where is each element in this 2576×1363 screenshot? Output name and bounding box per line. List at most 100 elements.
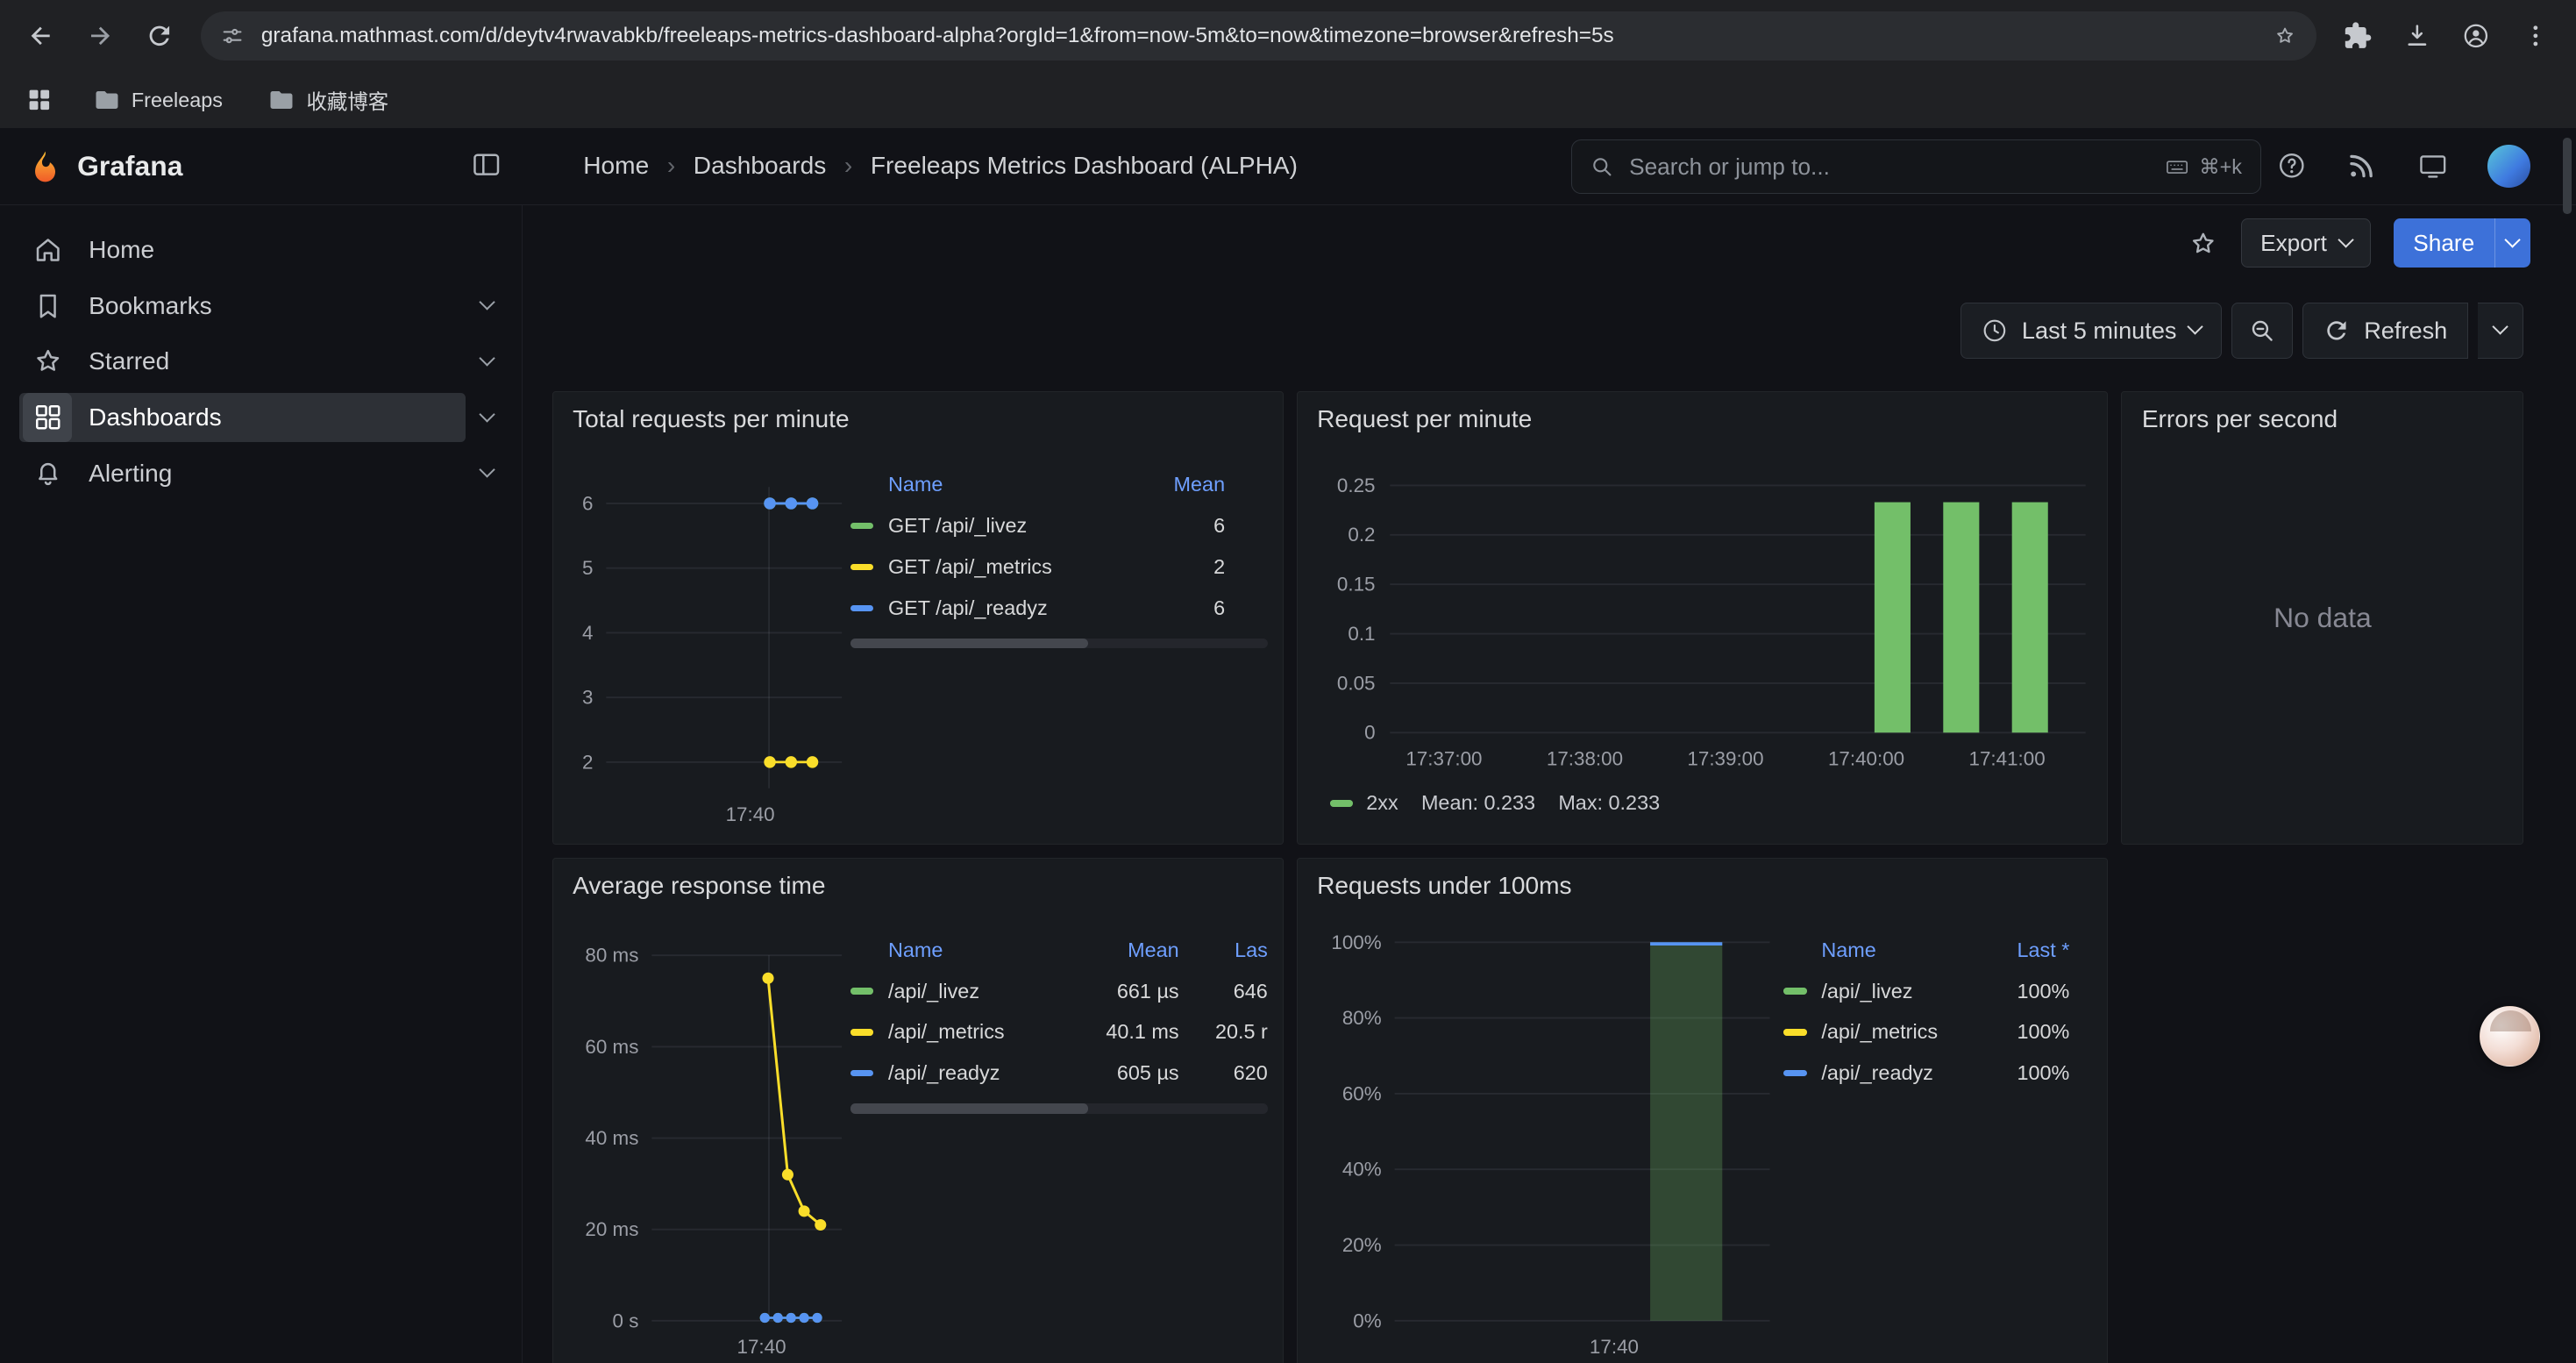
refresh-interval-chevron[interactable] [2478,303,2523,359]
grafana-logo[interactable] [26,148,64,186]
legend-row[interactable]: /api/_readyz 100% [1783,1053,2069,1094]
sidebar-item-home[interactable]: Home [0,222,522,278]
series-name[interactable]: /api/_livez [1821,980,1974,1003]
series-point [799,1313,808,1323]
series-name[interactable]: GET /api/_readyz [888,596,1117,620]
extensions-icon[interactable] [2330,8,2386,64]
chevron-down-icon[interactable] [466,359,509,364]
panel-title: Errors per second [2142,405,2338,433]
export-button[interactable]: Export [2241,218,2370,268]
monitor-icon[interactable] [2417,150,2449,182]
series-point [806,497,817,509]
chevron-down-icon[interactable] [466,471,509,476]
sidebar-item-bookmarks[interactable]: Bookmarks [0,278,522,334]
sidebar-item-starred[interactable]: Starred [0,333,522,389]
share-button[interactable]: Share [2394,218,2530,268]
scrollbar-thumb[interactable] [850,639,1088,648]
floating-assistant-avatar[interactable] [2480,1006,2540,1067]
legend-value: 6 [1133,514,1225,538]
tick-label: 80% [1341,1007,1381,1029]
zoom-out-icon[interactable] [2231,303,2292,359]
legend-scrollbar[interactable] [850,1103,1268,1113]
tick-label: 0.05 [1337,672,1376,694]
legend-row[interactable]: GET /api/_metrics2 [850,546,1225,588]
legend-col-name[interactable]: Name [1821,938,1974,962]
url-bar[interactable]: grafana.mathmast.com/d/deytv4rwavabkb/fr… [201,11,2317,61]
legend-row[interactable]: GET /api/_livez 6 [850,505,1225,546]
sidebar: Home Bookmarks Starred [0,205,523,1362]
tick-label: 17:41:00 [1968,748,2045,770]
dashboard-actions: Export Share [2188,218,2530,268]
forward-icon[interactable] [72,8,128,64]
legend-row[interactable]: GET /api/_readyz6 [850,588,1225,629]
bookmark-folder-favorites[interactable]: 收藏博客 [254,81,403,120]
chevron-down-icon [2338,232,2354,248]
series-name[interactable]: /api/_readyz [888,1061,1067,1085]
refresh-button[interactable]: Refresh [2302,303,2468,359]
favorite-star-icon[interactable] [2188,228,2219,260]
time-controls: Last 5 minutes Refresh [1960,303,2524,359]
grafana-topnav: Grafana Home Dashboards Freeleaps Metric… [0,128,2576,205]
legend-col-name[interactable]: Name [888,473,1117,496]
help-icon[interactable] [2276,150,2308,182]
series-name[interactable]: /api/_metrics [1821,1020,1974,1044]
share-label[interactable]: Share [2394,218,2494,268]
legend-row[interactable]: /api/_livez661 µs646 [850,971,1268,1012]
bookmarks-bar: Freeleaps 收藏博客 [0,72,2576,128]
bookmark-folder-freeleaps[interactable]: Freeleaps [79,82,238,118]
legend-row[interactable]: /api/_metrics100% [1783,1011,2069,1053]
apps-grid-icon[interactable] [17,77,62,123]
series-name[interactable]: /api/_readyz [1821,1061,1974,1085]
browser-menu-icon[interactable] [2508,8,2564,64]
sidebar-item-dashboards[interactable]: Dashboards [0,389,522,446]
rss-icon[interactable] [2346,150,2378,182]
legend-value: 100% [1990,1061,2069,1085]
series-color-dash [1783,1070,1806,1076]
series-name[interactable]: GET /api/_livez [888,514,1117,538]
legend-row[interactable]: /api/_readyz605 µs620 [850,1053,1268,1094]
legend-col-header[interactable]: Mean [1084,938,1179,962]
legend-row[interactable]: /api/_metrics 40.1 ms 20.5 r [850,1011,1268,1053]
back-icon[interactable] [13,8,69,64]
legend-col-header[interactable]: Last * [1990,938,2069,962]
legend-item-2xx[interactable]: 2xx [1330,791,1398,815]
series-point [762,973,773,984]
page-scrollbar-thumb[interactable] [2563,138,2571,213]
legend-scrollbar[interactable] [850,639,1268,648]
breadcrumb-home[interactable]: Home [583,152,649,180]
series-name[interactable]: /api/_livez [888,980,1067,1003]
reload-icon[interactable] [132,8,188,64]
series-name[interactable]: /api/_metrics [888,1020,1067,1044]
dock-sidebar-icon[interactable] [470,148,506,184]
breadcrumb-dashboards[interactable]: Dashboards [694,152,826,180]
panel-title: Requests under 100ms [1317,872,1571,900]
search-input[interactable]: Search or jump to... ⌘+k [1571,139,2261,194]
scrollbar-thumb[interactable] [850,1103,1088,1113]
share-menu-chevron[interactable] [2494,218,2530,268]
bookmark-star-icon[interactable] [2273,24,2297,48]
breadcrumb-current: Freeleaps Metrics Dashboard (ALPHA) [871,152,1298,180]
user-avatar[interactable] [2487,145,2530,188]
legend-value: 40.1 ms [1084,1020,1179,1044]
legend-value: 20.5 r [1195,1020,1267,1044]
stat-max: Max: 0.233 [1558,791,1660,815]
profile-icon[interactable] [2448,8,2504,64]
legend-value: 100% [1990,980,2069,1003]
legend-col-name[interactable]: Name [888,938,1067,962]
legend-col-header[interactable]: Las [1195,938,1267,962]
legend-row[interactable]: /api/_livez 100% [1783,971,2069,1012]
url-text[interactable]: grafana.mathmast.com/d/deytv4rwavabkb/fr… [261,24,2256,48]
sidebar-item-alerting[interactable]: Alerting [0,446,522,502]
chevron-down-icon[interactable] [466,303,509,309]
time-range-picker[interactable]: Last 5 minutes [1960,303,2223,359]
series-point [806,756,817,767]
bar [1874,503,1910,733]
bar [1943,503,1979,733]
series-name[interactable]: GET /api/_metrics [888,555,1117,579]
downloads-icon[interactable] [2389,8,2445,64]
chevron-down-icon[interactable] [466,415,509,420]
legend-col-header[interactable]: Mean [1133,473,1225,496]
keyboard-icon [2165,154,2189,179]
site-settings-icon[interactable] [220,24,245,48]
series-point [812,1313,822,1323]
